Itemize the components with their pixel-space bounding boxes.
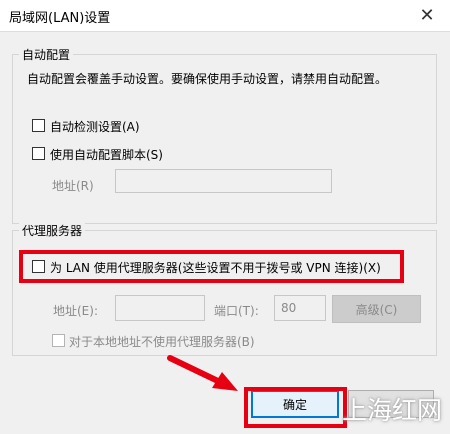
- red-arrow-icon: [167, 355, 238, 391]
- arrow-overlay: [167, 355, 238, 391]
- watermark-logo: 上海红网: [341, 396, 442, 425]
